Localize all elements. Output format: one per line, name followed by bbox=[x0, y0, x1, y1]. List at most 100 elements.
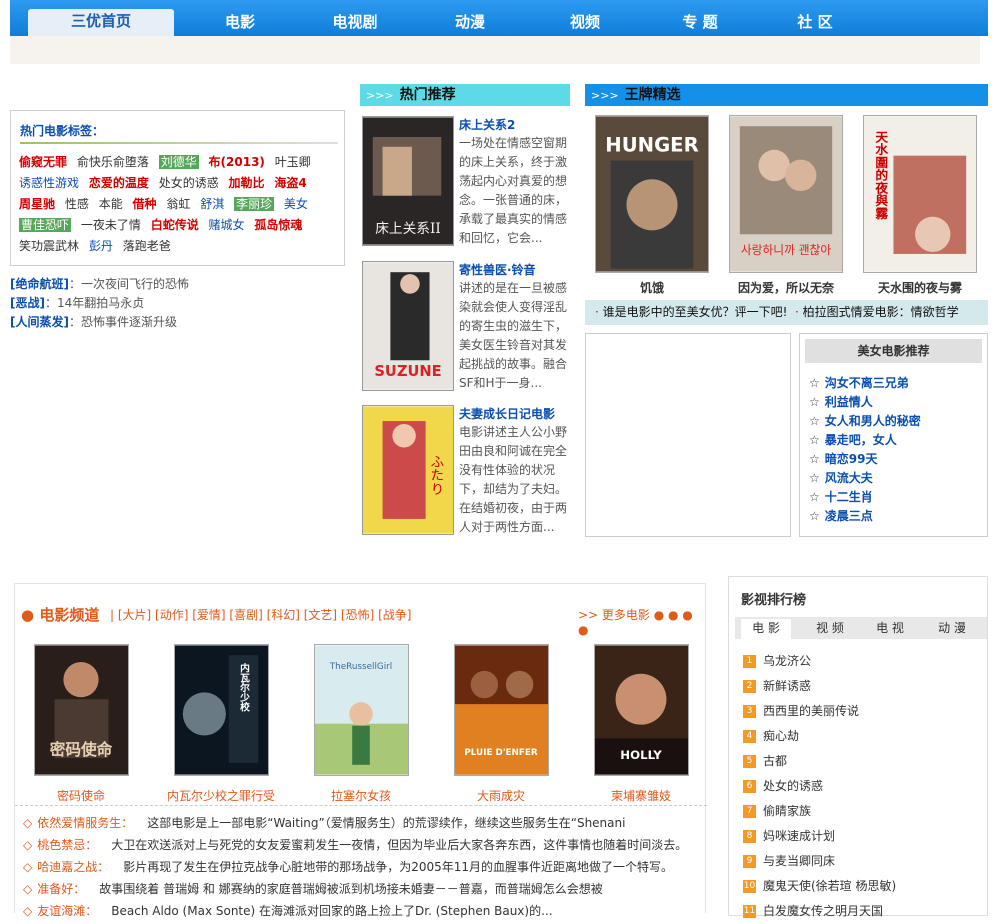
rank-tab-video[interactable]: 视 频 bbox=[805, 619, 855, 637]
film-caption[interactable]: 密码使命 bbox=[11, 787, 151, 804]
tag-link[interactable]: 美女 bbox=[284, 197, 308, 211]
beauty-item[interactable]: ☆ 暗恋99天 bbox=[809, 450, 921, 469]
news-title[interactable]: 准备好： bbox=[37, 882, 85, 896]
news-item[interactable]: ◇ 依然爱情服务生： 这部电影是上一部电影“Waiting”（爱情服务生）的荒谬续作… bbox=[23, 812, 713, 834]
beauty-item[interactable]: ☆ 利益情人 bbox=[809, 393, 921, 412]
film-item[interactable]: HOLLY 柬埔寨雏妓 bbox=[571, 644, 711, 804]
rank-tab-movies[interactable]: 电 影 bbox=[741, 619, 791, 639]
tag-link[interactable]: 周星驰 bbox=[19, 197, 55, 211]
ranking-item[interactable]: 11 白发魔女传之明月天国 bbox=[743, 899, 896, 924]
ranking-item-label[interactable]: 白发魔女传之明月天国 bbox=[763, 904, 883, 918]
tag-link[interactable]: 刘德华 bbox=[158, 155, 199, 169]
film-item[interactable]: 密码使命 密码使命 bbox=[11, 644, 151, 804]
beauty-item-label[interactable]: 利益情人 bbox=[825, 395, 873, 409]
film-caption[interactable]: 柬埔寨雏妓 bbox=[571, 787, 711, 804]
poster-image[interactable]: 天水圍的夜與霧 bbox=[863, 115, 977, 273]
tag-link[interactable]: 性感 bbox=[65, 197, 89, 211]
tag-link[interactable]: 本能 bbox=[99, 197, 123, 211]
ranking-item-label[interactable]: 痴心劫 bbox=[763, 729, 799, 743]
tag-link[interactable]: 借种 bbox=[133, 197, 157, 211]
news-title[interactable]: 桃色禁忌： bbox=[37, 838, 97, 852]
tag-link[interactable]: 处女的诱惑 bbox=[159, 176, 219, 190]
ranking-item[interactable]: 4 痴心劫 bbox=[743, 724, 896, 749]
beauty-item-label[interactable]: 女人和男人的秘密 bbox=[825, 414, 921, 428]
tag-link[interactable]: 笑功震武林 bbox=[19, 239, 79, 253]
ranking-item[interactable]: 10 魔鬼天使(徐若瑄 杨思敏) bbox=[743, 874, 896, 899]
film-item[interactable]: 内瓦尔少校 内瓦尔少校之罪行受 bbox=[151, 644, 291, 804]
ranking-item-label[interactable]: 处女的诱惑 bbox=[763, 779, 823, 793]
poster-image[interactable]: SUZUNE bbox=[362, 261, 454, 391]
rank-tab-anime[interactable]: 动 漫 bbox=[927, 619, 977, 637]
beauty-item[interactable]: ☆ 沟女不离三兄弟 bbox=[809, 374, 921, 393]
tag-link[interactable]: 彭丹 bbox=[89, 239, 113, 253]
news-item[interactable]: ◇ 桃色禁忌： 大卫在欢送派对上与死党的女友爱蜜莉发生一夜情，但因为毕业后大家各奔东… bbox=[23, 834, 713, 856]
tag-link[interactable]: 布(2013) bbox=[209, 155, 265, 169]
ranking-item[interactable]: 2 新鲜诱惑 bbox=[743, 674, 896, 699]
ranking-item[interactable]: 1 乌龙济公 bbox=[743, 649, 896, 674]
beauty-item[interactable]: ☆ 十二生肖 bbox=[809, 488, 921, 507]
nav-tab-tv[interactable]: 电视剧 bbox=[300, 10, 410, 36]
ranking-item[interactable]: 8 妈咪速成计划 bbox=[743, 824, 896, 849]
ranking-item-label[interactable]: 与麦当卿同床 bbox=[763, 854, 835, 868]
more-movies-link[interactable]: >> 更多电影 ● ● ● ● bbox=[578, 606, 705, 637]
poster-image[interactable]: HOLLY bbox=[593, 644, 689, 776]
rec-item[interactable]: [恶战]：14年翻拍马永贞 bbox=[10, 294, 189, 313]
tag-link[interactable]: 恋爱的温度 bbox=[89, 176, 149, 190]
tag-link[interactable]: 偷窥无罪 bbox=[19, 155, 67, 169]
poster-image[interactable]: PLUIE D'ENFER bbox=[453, 644, 549, 776]
beauty-item-label[interactable]: 凌晨三点 bbox=[825, 509, 873, 523]
hot-item-title[interactable]: 夫妻成长日记电影 bbox=[459, 405, 555, 422]
ranking-item[interactable]: 9 与麦当卿同床 bbox=[743, 849, 896, 874]
hot-item-title[interactable]: 寄性兽医·铃音 bbox=[459, 261, 536, 278]
channel-title[interactable]: 电影频道 bbox=[39, 606, 99, 624]
tag-link[interactable]: 落跑老爸 bbox=[123, 239, 171, 253]
poster-image[interactable]: 密码使命 bbox=[33, 644, 129, 776]
ace-item[interactable]: 사랑하니까 괜찮아 因为爱，所以无奈 bbox=[728, 115, 844, 296]
news-title[interactable]: 依然爱情服务生： bbox=[37, 816, 133, 830]
ranking-item-label[interactable]: 魔鬼天使(徐若瑄 杨思敏) bbox=[763, 879, 896, 893]
ace-link[interactable]: 柏拉图式情爱电影：情欲哲学 bbox=[803, 305, 959, 319]
hot-item-title[interactable]: 床上关系2 bbox=[459, 116, 515, 133]
ranking-item-label[interactable]: 西西里的美丽传说 bbox=[763, 704, 859, 718]
tag-link[interactable]: 海盗4 bbox=[274, 176, 306, 190]
rec-key[interactable]: [人间蒸发] bbox=[10, 315, 69, 329]
ranking-item-label[interactable]: 新鲜诱惑 bbox=[763, 679, 811, 693]
poster-image[interactable]: TheRussellGirl bbox=[313, 644, 409, 776]
ranking-item[interactable]: 6 处女的诱惑 bbox=[743, 774, 896, 799]
ace-caption[interactable]: 饥饿 bbox=[594, 279, 710, 296]
rec-key[interactable]: [恶战] bbox=[10, 296, 45, 310]
hot-item[interactable]: ふたり 夫妻成长日记电影 电影讲述主人公小野田由良和阿诚在完全没有性体验的状况下… bbox=[360, 405, 572, 541]
ranking-item-label[interactable]: 古都 bbox=[763, 754, 787, 768]
beauty-item-label[interactable]: 风流大夫 bbox=[825, 471, 873, 485]
film-item[interactable]: PLUIE D'ENFER 大雨成灾 bbox=[431, 644, 571, 804]
ranking-item[interactable]: 3 西西里的美丽传说 bbox=[743, 699, 896, 724]
film-caption[interactable]: 拉塞尔女孩 bbox=[291, 787, 431, 804]
tag-link[interactable]: 一夜未了情 bbox=[81, 218, 141, 232]
news-title[interactable]: 友谊海滩： bbox=[37, 904, 97, 918]
hot-item[interactable]: 床上关系II 床上关系2 一场处在情感空窗期的床上关系，终于激荡起内心对真爱的想… bbox=[360, 116, 572, 252]
rec-item[interactable]: [人间蒸发]：恐怖事件逐渐升级 bbox=[10, 313, 189, 332]
beauty-item[interactable]: ☆ 风流大夫 bbox=[809, 469, 921, 488]
film-caption[interactable]: 内瓦尔少校之罪行受 bbox=[151, 787, 291, 804]
poster-image[interactable]: 床上关系II bbox=[362, 116, 454, 246]
tag-link[interactable]: 舒淇 bbox=[200, 197, 224, 211]
ace-item[interactable]: HUNGER 饥饿 bbox=[594, 115, 710, 296]
film-caption[interactable]: 大雨成灾 bbox=[431, 787, 571, 804]
nav-tab-movies[interactable]: 电影 bbox=[185, 10, 295, 36]
nav-tab-anime[interactable]: 动漫 bbox=[415, 10, 525, 36]
tag-link[interactable]: 曹佳恐吓 bbox=[19, 218, 72, 232]
ranking-item[interactable]: 5 古都 bbox=[743, 749, 896, 774]
ace-caption[interactable]: 因为爱，所以无奈 bbox=[728, 279, 844, 296]
ranking-item-label[interactable]: 偷睛家族 bbox=[763, 804, 811, 818]
tag-link[interactable]: 俞快乐俞堕落 bbox=[77, 155, 149, 169]
news-item[interactable]: ◇ 哈迪嘉之战： 影片再现了发生在伊拉克战争心脏地带的那场战争，为2005年11月的… bbox=[23, 856, 713, 878]
rec-key[interactable]: [绝命航班] bbox=[10, 277, 69, 291]
ranking-item[interactable]: 7 偷睛家族 bbox=[743, 799, 896, 824]
ace-caption[interactable]: 天水围的夜与雾 bbox=[862, 279, 978, 296]
nav-tab-video[interactable]: 视频 bbox=[530, 10, 640, 36]
poster-image[interactable]: ふたり bbox=[362, 405, 454, 535]
nav-tab-home[interactable]: 三优首页 bbox=[28, 9, 174, 36]
tag-link[interactable]: 翁虹 bbox=[166, 197, 190, 211]
tag-link[interactable]: 叶玉卿 bbox=[275, 155, 311, 169]
tag-link[interactable]: 李丽珍 bbox=[234, 197, 275, 211]
